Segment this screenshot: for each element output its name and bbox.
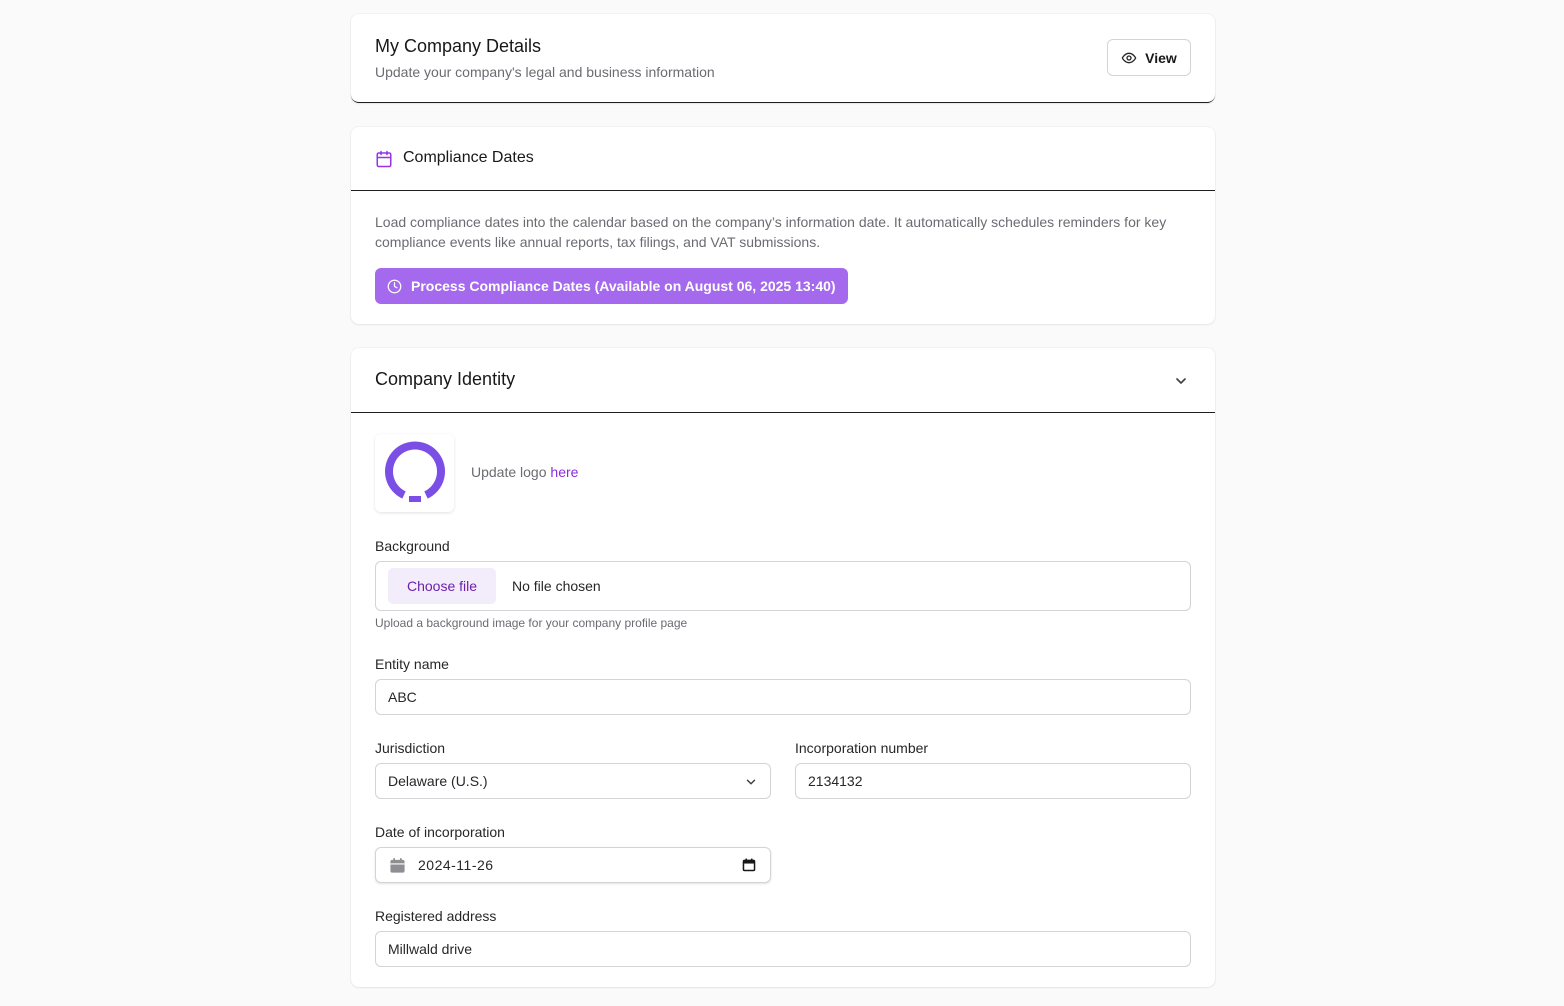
date-of-incorporation-label: Date of incorporation [375, 824, 505, 840]
background-file-input[interactable]: Choose file No file chosen [375, 561, 1191, 611]
jurisdiction-label: Jurisdiction [375, 740, 446, 756]
entity-name-label: Entity name [375, 656, 449, 672]
identity-header[interactable]: Company Identity [351, 348, 1215, 413]
incorporation-number-label: Incorporation number [795, 740, 929, 756]
jurisdiction-value: Delaware (U.S.) [388, 773, 488, 789]
page: My Company Details Update your company's… [0, 0, 1564, 1006]
update-logo-text: Update logo here [471, 464, 578, 480]
compliance-description: Load compliance dates into the calendar … [375, 214, 1167, 250]
incorporation-number-input[interactable]: 2134132 [795, 763, 1191, 799]
logo-icon [384, 441, 445, 502]
clock-icon [387, 279, 402, 293]
file-status: No file chosen [512, 578, 601, 594]
compliance-title: Compliance Dates [403, 149, 534, 166]
compliance-dates-card: Compliance Dates Load compliance dates i… [351, 127, 1215, 324]
date-of-incorporation-input[interactable]: 2024-11-26 [375, 847, 771, 883]
entity-name-value: ABC [388, 689, 417, 705]
chevron-down-icon [746, 779, 756, 785]
incorporation-number-value: 2134132 [808, 773, 863, 789]
process-compliance-button[interactable]: Process Compliance Dates (Available on A… [375, 268, 848, 304]
chevron-down-icon[interactable] [1173, 373, 1189, 389]
calendar-icon [390, 857, 405, 873]
eye-icon [1121, 52, 1137, 63]
company-identity-card: Company Identity Update logo here Backgr… [351, 348, 1215, 987]
choose-file-button[interactable]: Choose file [388, 568, 496, 604]
registered-address-label: Registered address [375, 908, 497, 924]
update-logo-link[interactable]: here [550, 464, 578, 480]
view-button-label: View [1145, 49, 1177, 66]
page-title: My Company Details [375, 36, 542, 56]
date-of-incorporation-value: 2024-11-26 [418, 857, 494, 873]
entity-name-input[interactable]: ABC [375, 679, 1191, 715]
jurisdiction-select[interactable]: Delaware (U.S.) [375, 763, 771, 799]
registered-address-value: Millwald drive [388, 941, 473, 957]
background-label: Background [375, 538, 450, 554]
registered-address-input[interactable]: Millwald drive [375, 931, 1191, 967]
process-compliance-label: Process Compliance Dates (Available on A… [411, 278, 836, 294]
view-button[interactable]: View [1107, 39, 1191, 76]
company-details-card: My Company Details Update your company's… [351, 14, 1215, 103]
page-subtitle: Update your company's legal and business… [375, 64, 715, 80]
compliance-header: Compliance Dates [351, 127, 1215, 191]
company-logo [375, 434, 454, 512]
identity-title: Company Identity [375, 369, 516, 389]
calendar-icon [376, 150, 392, 168]
calendar-picker-icon[interactable] [742, 858, 756, 872]
update-logo-prefix: Update logo [471, 464, 551, 480]
background-help-text: Upload a background image for your compa… [375, 616, 688, 630]
